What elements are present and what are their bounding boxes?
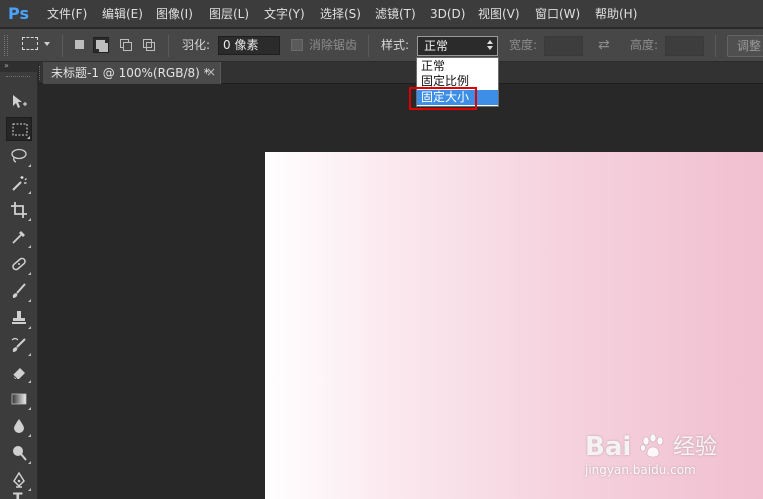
spot-healing-brush-tool-icon[interactable] <box>6 252 32 276</box>
blur-tool-icon[interactable] <box>6 414 32 438</box>
style-option-normal[interactable]: 正常 <box>417 59 498 74</box>
rectangular-marquee-preset-icon[interactable] <box>22 37 38 50</box>
brush-tool-icon[interactable] <box>6 279 32 303</box>
style-select[interactable]: 正常 <box>417 36 498 56</box>
style-select-value: 正常 <box>424 39 449 53</box>
watermark-suffix: 经验 <box>673 435 718 460</box>
toolbox-grip[interactable] <box>6 76 30 78</box>
dodge-tool-icon[interactable] <box>6 441 32 465</box>
menu-edit[interactable]: 编辑(E) <box>102 7 143 21</box>
magic-wand-tool-icon[interactable] <box>6 171 32 195</box>
divider <box>62 35 63 57</box>
height-input[interactable] <box>665 36 704 56</box>
crop-tool-icon[interactable] <box>6 198 32 222</box>
pen-tool-icon[interactable] <box>6 468 32 492</box>
style-label: 样式: <box>381 38 410 52</box>
antialias-label: 消除锯齿 <box>309 38 358 52</box>
options-bar: 羽化: 0 像素 消除锯齿 样式: 正常 宽度: ⇄ 高度: 调整 <box>0 29 763 62</box>
paw-icon <box>640 434 664 458</box>
gradient-tool-icon[interactable] <box>6 387 32 411</box>
baidu-jingyan-watermark: Bai 经验 jingyan.baidu.com <box>585 432 725 490</box>
photoshop-logo: Ps <box>8 4 29 23</box>
tab-grip[interactable] <box>39 66 42 80</box>
feather-input[interactable]: 0 像素 <box>218 36 280 55</box>
collapse-icon[interactable]: » <box>4 61 9 71</box>
menu-3d[interactable]: 3D(D) <box>430 7 465 21</box>
width-input[interactable] <box>544 36 583 56</box>
menu-file[interactable]: 文件(F) <box>47 7 87 21</box>
intersect-selection-icon[interactable] <box>141 37 157 53</box>
menu-type[interactable]: 文字(Y) <box>264 7 305 21</box>
clone-stamp-tool-icon[interactable] <box>6 306 32 330</box>
chevron-down-icon[interactable] <box>44 42 50 46</box>
menu-image[interactable]: 图像(I) <box>156 7 193 21</box>
menu-select[interactable]: 选择(S) <box>320 7 361 21</box>
select-arrows-icon <box>487 40 494 52</box>
type-tool-icon[interactable]: T <box>6 492 32 499</box>
menu-filter[interactable]: 滤镜(T) <box>375 7 416 21</box>
move-tool-icon[interactable] <box>6 90 32 114</box>
divider <box>168 35 169 57</box>
menu-view[interactable]: 视图(V) <box>478 7 520 21</box>
width-label: 宽度: <box>509 38 538 52</box>
menu-help[interactable]: 帮助(H) <box>595 7 637 21</box>
new-selection-icon[interactable] <box>72 37 88 53</box>
document-tab-title: 未标题-1 @ 100%(RGB/8) * <box>51 66 210 80</box>
menu-window[interactable]: 窗口(W) <box>535 7 580 21</box>
refine-edge-button[interactable]: 调整 <box>727 35 763 57</box>
divider <box>368 35 369 57</box>
watermark-url: jingyan.baidu.com <box>585 463 696 477</box>
antialias-checkbox[interactable] <box>291 39 303 51</box>
document-tab[interactable]: 未标题-1 @ 100%(RGB/8) * × <box>43 62 221 84</box>
eyedropper-tool-icon[interactable] <box>6 225 32 249</box>
height-label: 高度: <box>630 38 659 52</box>
menu-layer[interactable]: 图层(L) <box>209 7 249 21</box>
options-bar-grip[interactable] <box>4 35 8 56</box>
eraser-tool-icon[interactable] <box>6 360 32 384</box>
divider <box>715 35 716 57</box>
rectangular-marquee-tool-icon[interactable] <box>6 117 32 141</box>
toolbox: » <box>0 61 38 499</box>
history-brush-tool-icon[interactable] <box>6 333 32 357</box>
menu-bar: Ps 文件(F) 编辑(E) 图像(I) 图层(L) 文字(Y) 选择(S) 滤… <box>0 0 763 28</box>
toolbox-header: » <box>0 61 38 72</box>
lasso-tool-icon[interactable] <box>6 144 32 168</box>
watermark-brand: Bai <box>585 432 632 462</box>
annotation-highlight-box <box>409 87 477 110</box>
subtract-from-selection-icon[interactable] <box>118 37 134 53</box>
close-icon[interactable]: × <box>206 65 216 79</box>
add-to-selection-icon[interactable] <box>93 37 109 53</box>
document-tab-bar: 未标题-1 @ 100%(RGB/8) * × <box>39 62 763 84</box>
swap-icon[interactable]: ⇄ <box>598 38 614 52</box>
feather-label: 羽化: <box>182 38 211 52</box>
